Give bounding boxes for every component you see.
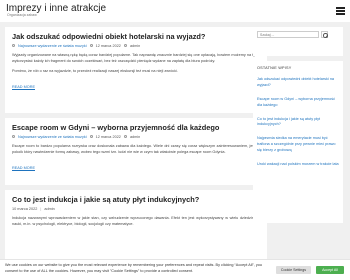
article-meta: Najnowsze wydarzenie ze świata muzyki 12… (12, 44, 260, 48)
clock-icon (89, 44, 93, 48)
recent-post-link[interactable]: Escape room w Gdyni – wyborna przyjemnoś… (257, 97, 339, 109)
hamburger-icon[interactable] (336, 7, 345, 15)
article-date: 10 marca 2022 (12, 206, 38, 211)
cookie-banner: We use cookies on our website to give yo… (0, 259, 350, 280)
recent-posts-heading: OSTATNIE WPISY (257, 66, 292, 70)
article-title[interactable]: Escape room w Gdyni – wyborna przyjemnoś… (12, 123, 260, 133)
accept-all-button[interactable]: Accept All (316, 266, 344, 274)
main-content: Jak odszukać odpowiedni obiekt hotelarsk… (5, 27, 267, 265)
recent-post-link[interactable]: Jak odszukać odpowiedni obiekt hotelarsk… (257, 77, 339, 89)
user-icon (123, 44, 127, 48)
site-header: Imprezy i inne atrakcje Organizacja zaba… (0, 0, 350, 22)
excerpt-paragraph: Wyjazdy organizowane na własną rękę będą… (12, 52, 260, 63)
article-category[interactable]: Najnowsze wydarzenie ze świata muzyki (18, 135, 87, 139)
article-excerpt: Indukcja nazwanymi wprowadzeniem w jakie… (12, 216, 260, 228)
cookie-settings-button[interactable]: Cookie Settings (276, 266, 311, 274)
recent-post-link[interactable]: Najpewnia siedka na emerytacie musi być … (257, 136, 339, 154)
excerpt-paragraph: Pomimo, że rób o raz na wyjazdzie, to pr… (12, 68, 179, 73)
user-icon (123, 135, 127, 139)
article-author[interactable]: admin (130, 135, 140, 139)
folder-icon (12, 44, 15, 48)
excerpt-paragraph: Escape room to bardzo popularna rozrywka… (12, 143, 260, 154)
article-meta: Najnowsze wydarzenie ze świata muzyki 12… (12, 135, 260, 139)
recent-post-link[interactable]: Uroki wakacji nad polskim morzem w trakc… (257, 162, 339, 168)
article-card: Co to jest indukcja i jakie są atuty pły… (5, 190, 267, 260)
search-input[interactable] (257, 31, 319, 38)
article-title[interactable]: Jak odszukać odpowiedni obiekt hotelarsk… (12, 32, 260, 42)
article-author[interactable]: admin (130, 44, 140, 48)
article-title[interactable]: Co to jest indukcja i jakie są atuty pły… (12, 195, 260, 205)
read-more-link[interactable]: READ MORE (12, 85, 35, 89)
recent-post-link[interactable]: Co to jest indukcja i jakie są atuty pły… (257, 117, 339, 129)
article-category[interactable]: Najnowsze wydarzenie ze świata muzyki (18, 44, 87, 48)
search-icon[interactable] (321, 31, 328, 38)
sidebar: OSTATNIE WPISY Jak odszukać odpowiedni o… (253, 27, 343, 223)
article-excerpt: Escape room to bardzo popularna rozrywka… (12, 144, 260, 156)
article-card: Escape room w Gdyni – wyborna przyjemnoś… (5, 118, 267, 185)
site-tagline: Organizacja zabaw (7, 13, 37, 17)
read-more-link[interactable]: READ MORE (12, 166, 35, 170)
search-widget (253, 27, 343, 56)
folder-icon (12, 135, 15, 139)
excerpt-paragraph: Indukcja nazwanymi wprowadzeniem w jakie… (12, 215, 260, 226)
article-date: 12 marca 2022 (95, 134, 121, 139)
article-date: 12 marca 2022 (95, 43, 121, 48)
article-author[interactable]: admin (44, 207, 54, 211)
clock-icon (89, 135, 93, 139)
article-meta: 10 marca 2022 | admin (12, 206, 55, 211)
recent-posts-widget: OSTATNIE WPISY Jak odszukać odpowiedni o… (253, 61, 343, 223)
cookie-text: We use cookies on our website to give yo… (5, 263, 262, 273)
article-excerpt: Wyjazdy organizowane na własną rękę będą… (12, 53, 260, 75)
article-card: Jak odszukać odpowiedni obiekt hotelarsk… (5, 27, 267, 113)
